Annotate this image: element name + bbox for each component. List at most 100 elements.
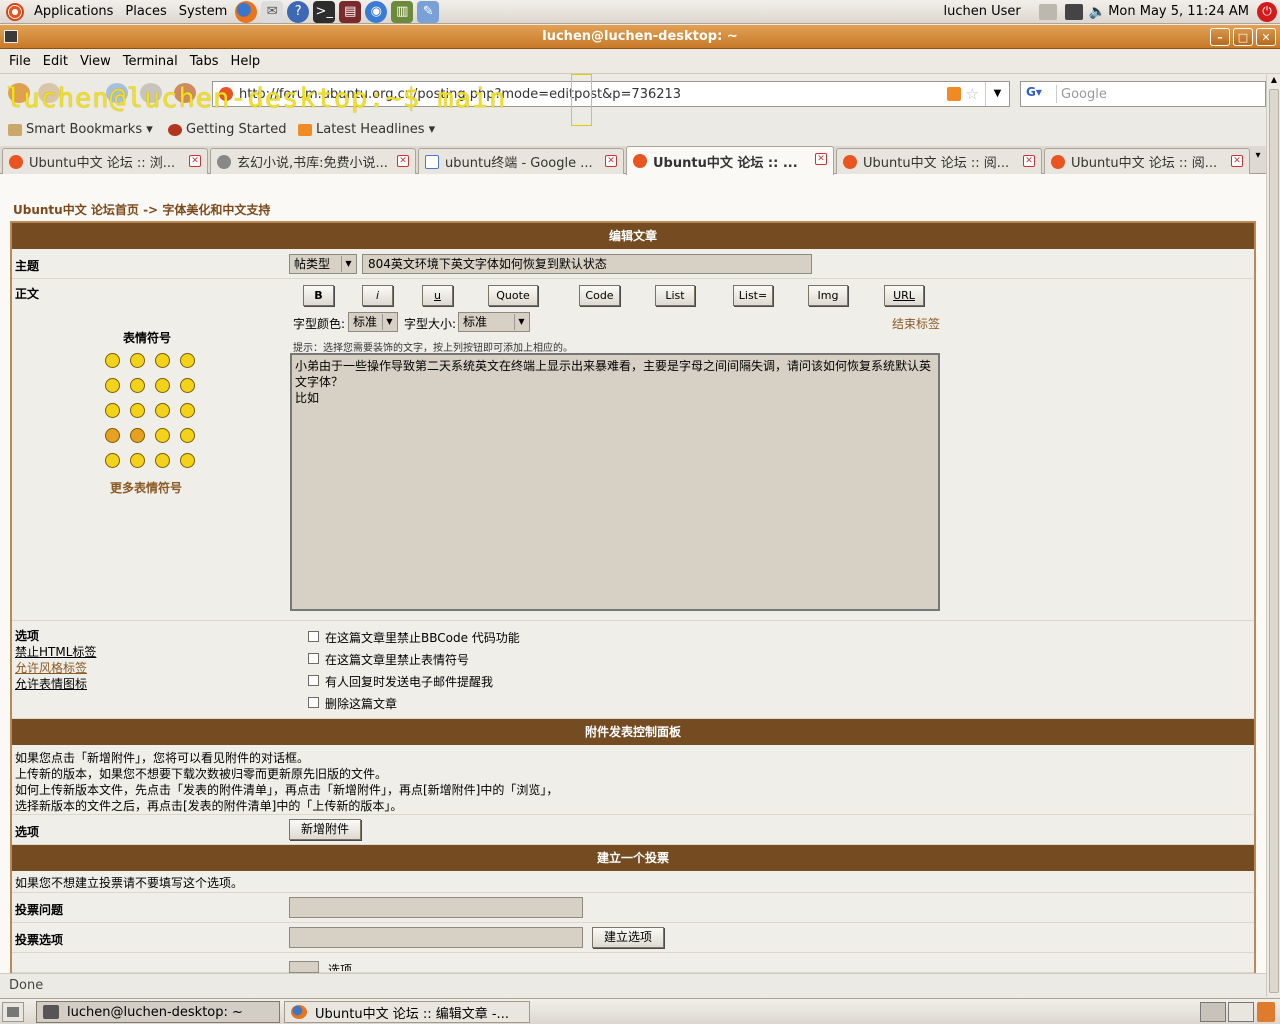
body-textarea[interactable]: 小弟由于一些操作导致第二天系统英文在终端上显示出来暴难看，主要是字母之间间隔失调…	[290, 353, 940, 611]
bookmark-latest-headlines[interactable]: Latest Headlines ▾	[298, 122, 435, 137]
rss-icon[interactable]	[947, 87, 961, 101]
smiley-icon[interactable]	[180, 403, 195, 418]
books-launcher-icon[interactable]: ▥	[391, 0, 414, 23]
clock[interactable]: Mon May 5, 11:24 AM	[1108, 4, 1249, 19]
exclamation-icon[interactable]	[105, 453, 120, 468]
taskbar-firefox[interactable]: Ubuntu中文 论坛 :: 编辑文章 -...	[284, 1001, 530, 1023]
printer-icon[interactable]	[1038, 3, 1057, 20]
disable-smilies-checkbox[interactable]	[308, 653, 319, 664]
show-desktop-icon[interactable]	[2, 1002, 24, 1022]
font-size-select[interactable]: 标准 ▼	[458, 312, 530, 332]
smiley-icon[interactable]	[105, 428, 120, 443]
code-button[interactable]: Code	[579, 285, 620, 306]
url-button[interactable]: URL	[884, 285, 924, 306]
bookmark-getting-started[interactable]: Getting Started	[168, 122, 287, 137]
tab-close-icon[interactable]: ✕	[815, 153, 827, 165]
close-button[interactable]: ✕	[1256, 28, 1276, 46]
terminal-launcher-icon[interactable]: >_	[313, 0, 336, 23]
tab-5[interactable]: Ubuntu中文 论坛 :: 阅... ✕	[836, 148, 1042, 174]
question-icon[interactable]	[130, 453, 145, 468]
workspace-2[interactable]	[1228, 1002, 1254, 1022]
delete-post-checkbox[interactable]	[308, 697, 319, 708]
mail-launcher-icon[interactable]: ✉	[261, 0, 284, 23]
poll-length-input[interactable]	[289, 961, 319, 973]
tab-1[interactable]: Ubuntu中文 论坛 :: 浏... ✕	[2, 148, 208, 174]
smilies-enabled-note[interactable]: 允许表情图标	[15, 675, 87, 692]
firefox-launcher-icon[interactable]	[235, 0, 258, 23]
smiley-icon[interactable]	[180, 378, 195, 393]
smiley-icon[interactable]	[130, 378, 145, 393]
tab-close-icon[interactable]: ✕	[1023, 155, 1035, 167]
search-bar[interactable]: G▾ Google	[1020, 81, 1266, 107]
smiley-icon[interactable]	[180, 353, 195, 368]
url-dropdown-icon[interactable]: ▼	[985, 82, 1009, 106]
workspace-1[interactable]	[1200, 1002, 1226, 1022]
menu-tabs[interactable]: Tabs	[190, 54, 219, 69]
taskbar-terminal[interactable]: luchen@luchen-desktop: ~	[36, 1001, 280, 1023]
poll-question-input[interactable]	[289, 897, 583, 918]
scrollbar-thumb[interactable]	[1269, 89, 1279, 993]
breadcrumb-home[interactable]: Ubuntu中文 论坛首页	[13, 203, 139, 217]
html-disabled-note[interactable]: 禁止HTML标签	[15, 643, 96, 660]
applications-menu[interactable]: Applications	[28, 0, 119, 24]
smiley-icon[interactable]	[155, 353, 170, 368]
search-engine-icon[interactable]: G▾	[1023, 85, 1057, 103]
menu-view[interactable]: View	[80, 54, 111, 69]
tab-close-icon[interactable]: ✕	[1231, 155, 1243, 167]
smiley-icon[interactable]	[105, 403, 120, 418]
bold-button[interactable]: B	[303, 285, 334, 306]
terminal-scrollbar[interactable]: ▲	[1266, 75, 1280, 997]
tab-close-icon[interactable]: ✕	[397, 155, 409, 167]
user-switcher[interactable]: luchen User	[938, 0, 1027, 24]
font-color-select[interactable]: 标准 ▼	[348, 312, 398, 332]
volume-icon[interactable]: 🔈	[1089, 4, 1106, 20]
smiley-icon[interactable]	[130, 353, 145, 368]
arrow-icon[interactable]	[180, 453, 195, 468]
help-launcher-icon[interactable]: ?	[287, 0, 310, 23]
menu-help[interactable]: Help	[231, 54, 261, 69]
subject-input[interactable]: 804英文环境下英文字体如何恢复到默认状态	[362, 254, 812, 274]
menu-edit[interactable]: Edit	[43, 54, 68, 69]
poll-option-input[interactable]	[289, 927, 583, 948]
window-titlebar[interactable]: luchen@luchen-desktop: ~ – □ ✕	[0, 25, 1280, 49]
monitor-launcher-icon[interactable]: ▤	[339, 0, 362, 23]
add-option-button[interactable]: 建立选项	[592, 927, 664, 948]
menu-file[interactable]: File	[9, 54, 31, 69]
system-menu[interactable]: System	[173, 0, 233, 24]
maximize-button[interactable]: □	[1233, 28, 1253, 46]
trash-icon[interactable]	[1257, 1002, 1275, 1022]
breadcrumb-forum[interactable]: 字体美化和中文支持	[162, 203, 270, 217]
tools-launcher-icon[interactable]: ✎	[417, 0, 440, 23]
power-icon[interactable]: ⏻	[1257, 1, 1277, 22]
underline-button[interactable]: u	[422, 285, 453, 306]
tab-list-icon[interactable]: ▾	[1250, 150, 1266, 172]
bookmark-smart[interactable]: Smart Bookmarks ▾	[8, 122, 153, 137]
smiley-icon[interactable]	[155, 403, 170, 418]
list-ordered-button[interactable]: List=	[733, 285, 773, 306]
tab-4-active[interactable]: Ubuntu中文 论坛 :: ... ✕	[626, 146, 834, 175]
minimize-button[interactable]: –	[1210, 28, 1230, 46]
tab-3[interactable]: ubuntu终端 - Google ... ✕	[418, 148, 624, 174]
tab-2[interactable]: 玄幻小说,书库:免费小说... ✕	[210, 148, 416, 174]
smiley-icon[interactable]	[105, 378, 120, 393]
smiley-icon[interactable]	[155, 428, 170, 443]
disable-bbcode-checkbox[interactable]	[308, 631, 319, 642]
add-attachment-button[interactable]: 新增附件	[289, 819, 361, 840]
close-tags-link[interactable]: 结束标签	[892, 315, 940, 332]
network-launcher-icon[interactable]: ◉	[365, 0, 388, 23]
idea-icon[interactable]	[155, 453, 170, 468]
img-button[interactable]: Img	[808, 285, 848, 306]
smiley-icon[interactable]	[130, 403, 145, 418]
italic-button[interactable]: i	[362, 285, 393, 306]
places-menu[interactable]: Places	[119, 0, 172, 24]
post-type-select[interactable]: 帖类型 ▼	[289, 254, 357, 274]
menu-terminal[interactable]: Terminal	[123, 54, 178, 69]
list-button[interactable]: List	[655, 285, 695, 306]
quote-button[interactable]: Quote	[488, 285, 538, 306]
smiley-icon[interactable]	[105, 353, 120, 368]
transparent-terminal-area[interactable]: http://forum.ubuntu.org.cn/posting.php?m…	[0, 75, 1266, 973]
tab-6[interactable]: Ubuntu中文 论坛 :: 阅... ✕	[1044, 148, 1250, 174]
bookmark-star-icon[interactable]: ☆	[966, 85, 979, 103]
ubuntu-logo-icon[interactable]	[6, 2, 24, 21]
network-monitor-icon[interactable]	[1064, 3, 1083, 20]
